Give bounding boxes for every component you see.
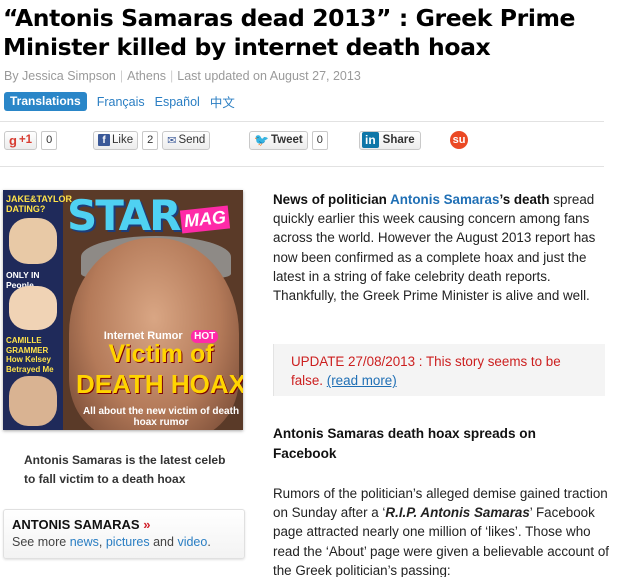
tweet-button[interactable]: 🐦 Tweet <box>249 130 308 150</box>
linkedin-share-button[interactable]: in Share <box>359 130 421 150</box>
topic-title-link[interactable]: ANTONIS SAMARAS » <box>12 517 236 532</box>
translations-badge: Translations <box>4 92 87 111</box>
article-paragraph-2: Rumors of the politician’s alleged demis… <box>273 484 613 577</box>
tweet-count: 0 <box>311 130 328 150</box>
translation-link-french[interactable]: Français <box>97 95 145 109</box>
linkedin-share-label: Share <box>382 134 415 146</box>
facebook-like-label: Like <box>112 134 134 146</box>
byline-updated: Last updated on August 27, 2013 <box>177 69 361 83</box>
facebook-send-label: Send <box>178 134 206 146</box>
lead-end: ’s death <box>499 192 550 207</box>
cover-side-photo-1 <box>9 218 57 264</box>
read-more-link[interactable]: (read more) <box>327 373 397 388</box>
tweet-label: Tweet <box>270 134 303 146</box>
topic-box: ANTONIS SAMARAS » See more news, picture… <box>3 509 245 559</box>
byline-author: By Jessica Simpson <box>4 69 116 83</box>
cover-death-hoax-text: DEATH HOAX <box>76 369 243 399</box>
facebook-like-count: 2 <box>142 130 159 150</box>
social-share-bar: g +1 0 f Like 2 ✉ Send 🐦 Tweet 0 in Shar… <box>4 130 604 152</box>
translation-link-spanish[interactable]: Español <box>155 95 200 109</box>
pictures-link[interactable]: pictures <box>106 535 150 549</box>
cover-side-photo-3 <box>9 376 57 426</box>
update-notice: UPDATE 27/08/2013 : This story seems to … <box>273 344 605 396</box>
translations-bar: Translations Français Español 中文 <box>4 92 245 111</box>
raquo-icon: » <box>143 517 151 532</box>
politician-link[interactable]: Antonis Samaras <box>390 192 499 207</box>
facebook-widget: f Like 2 ✉ Send <box>93 130 211 150</box>
google-plus-icon: g <box>9 132 17 148</box>
article-headline: “Antonis Samaras dead 2013” : Greek Prim… <box>3 4 576 61</box>
translation-link-chinese[interactable]: 中文 <box>210 92 235 111</box>
and-label: and <box>153 535 174 549</box>
byline-location: Athens <box>127 69 167 83</box>
image-caption: Antonis Samaras is the latest celeb to f… <box>24 453 226 486</box>
magazine-cover-image[interactable]: STAR MAG JAKE&TAYLOR DATING? ONLY IN Peo… <box>3 190 243 430</box>
rip-page-name: R.I.P. Antonis Samaras <box>385 505 530 521</box>
stumbleupon-icon[interactable]: su <box>450 131 468 149</box>
twitter-widget: 🐦 Tweet 0 <box>249 130 328 150</box>
cover-tagline: All about the new victim of death hoax r… <box>82 406 240 428</box>
facebook-send-button[interactable]: ✉ Send <box>162 130 211 150</box>
comma-separator: , <box>98 535 103 549</box>
cover-side-text-3: CAMILLE GRAMMER How Kelsey Betrayed Me <box>6 336 54 374</box>
gplus-button[interactable]: g +1 <box>4 130 38 150</box>
divider-top <box>0 121 604 122</box>
facebook-like-button[interactable]: f Like <box>93 130 139 150</box>
star-logo: STAR <box>67 191 181 240</box>
gplus-label: +1 <box>18 134 33 146</box>
linkedin-widget: in Share <box>359 130 421 150</box>
cover-side-text-1: JAKE&TAYLOR DATING? <box>6 194 73 214</box>
stumbleupon-widget: su <box>450 130 468 150</box>
see-more-label: See more <box>12 535 67 549</box>
cover-victim-text: Victim of <box>108 340 214 368</box>
facebook-icon: f <box>98 134 110 146</box>
period-separator: . <box>207 535 211 549</box>
video-link[interactable]: video <box>177 535 207 549</box>
cover-side-photo-2 <box>9 286 57 330</box>
divider-bottom <box>0 166 604 167</box>
lead-start: News of politician <box>273 192 391 207</box>
news-link[interactable]: news <box>70 535 99 549</box>
twitter-bird-icon: 🐦 <box>254 133 269 147</box>
article-subheading: Antonis Samaras death hoax spreads on Fa… <box>273 426 536 461</box>
lead-body: spread quickly earlier this week causing… <box>273 192 596 304</box>
article-lead: News of politician Antonis Samaras’s dea… <box>273 190 605 305</box>
send-icon: ✉ <box>167 134 177 147</box>
topic-see-more: See more news, pictures and video. <box>12 535 236 549</box>
byline: By Jessica Simpson | Athens | Last updated o… <box>4 69 361 83</box>
linkedin-icon: in <box>362 132 379 148</box>
gplus-widget: g +1 0 <box>4 130 58 150</box>
mag-logo: MAG <box>179 205 231 234</box>
topic-title: ANTONIS SAMARAS <box>12 517 140 532</box>
gplus-count: 0 <box>41 130 58 150</box>
